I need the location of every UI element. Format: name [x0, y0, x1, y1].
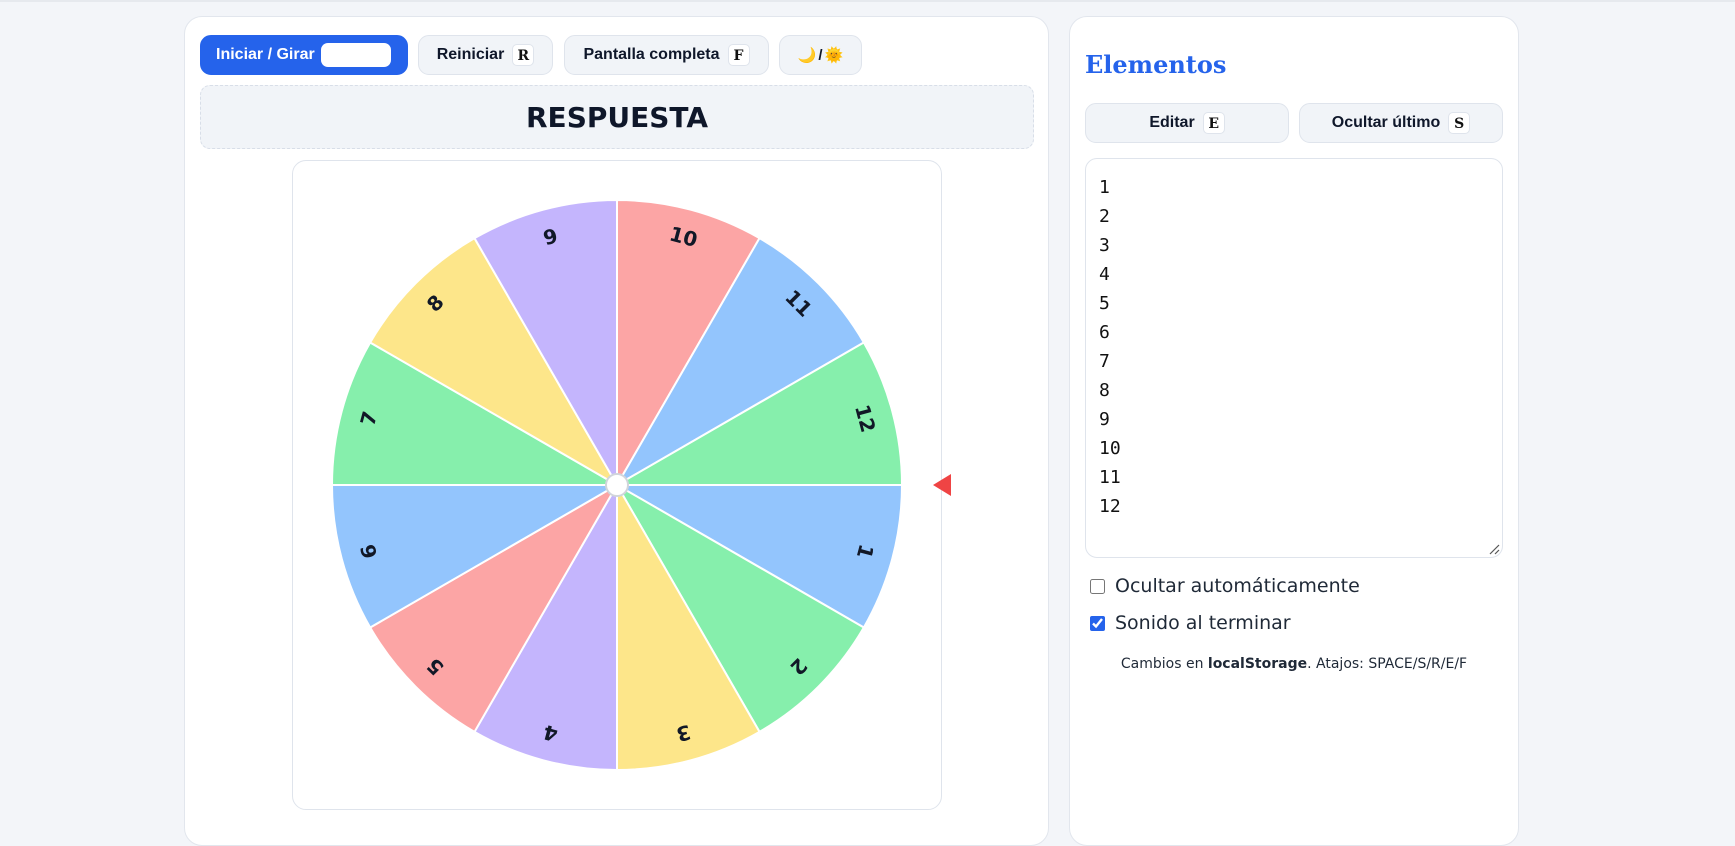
sound-option[interactable]: Sonido al terminar: [1090, 612, 1291, 634]
spin-button-label: Iniciar / Girar: [216, 46, 315, 63]
storage-note-storage: localStorage: [1207, 656, 1308, 672]
edit-button-label: Editar: [1149, 114, 1195, 131]
auto-hide-label: Ocultar automáticamente: [1115, 575, 1360, 597]
storage-note-suffix: . Atajos: SPACE/S/R/E/F: [1307, 656, 1468, 672]
wheel-hub: [605, 473, 629, 497]
sun-icon: 🌞: [824, 47, 844, 64]
theme-separator: /: [818, 46, 823, 64]
elements-title: Elementos: [1085, 50, 1227, 79]
spin-button[interactable]: Iniciar / Girar: [200, 35, 408, 75]
theme-toggle-button[interactable]: 🌙 / 🌞: [779, 35, 862, 75]
sound-label: Sonido al terminar: [1115, 612, 1291, 634]
reset-button[interactable]: Reiniciar R: [418, 35, 553, 75]
elements-textarea[interactable]: [1085, 158, 1503, 558]
space-key-badge: [320, 43, 391, 67]
hide-last-button[interactable]: Ocultar último S: [1299, 103, 1503, 143]
storage-note-prefix: Cambios en: [1120, 656, 1208, 672]
fullscreen-button-label: Pantalla completa: [583, 46, 720, 63]
resize-grip-icon[interactable]: [1489, 544, 1500, 555]
edit-key-badge: E: [1202, 112, 1225, 134]
moon-icon: 🌙: [797, 47, 817, 64]
sound-checkbox[interactable]: [1090, 615, 1105, 631]
hide-last-button-label: Ocultar último: [1331, 114, 1441, 131]
reset-key-badge: R: [512, 44, 535, 66]
fullscreen-key-badge: F: [727, 44, 750, 66]
hide-last-key-badge: S: [1448, 112, 1471, 134]
reset-button-label: Reiniciar: [436, 46, 505, 63]
edit-button[interactable]: Editar E: [1085, 103, 1289, 143]
answer-text: RESPUESTA: [526, 100, 708, 134]
fullscreen-button[interactable]: Pantalla completa F: [564, 35, 769, 75]
top-border: [0, 0, 1735, 2]
wheel-pointer: [933, 474, 951, 496]
answer-display: RESPUESTA: [200, 85, 1034, 149]
auto-hide-option[interactable]: Ocultar automáticamente: [1090, 575, 1360, 597]
spin-wheel[interactable]: 101112123456789: [292, 160, 942, 810]
storage-note: Cambios en localStorage. Atajos: SPACE/S…: [1085, 656, 1503, 672]
auto-hide-checkbox[interactable]: [1090, 578, 1105, 594]
